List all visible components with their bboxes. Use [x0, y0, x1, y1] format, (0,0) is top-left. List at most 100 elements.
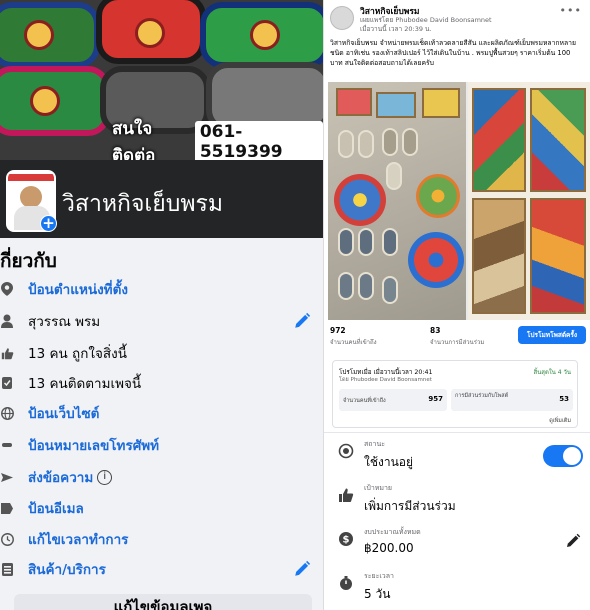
person-icon [0, 314, 14, 328]
messenger-icon [0, 471, 14, 484]
about-row-text[interactable]: ป้อนตำแหน่งที่ตั้ง [28, 278, 128, 300]
photo-slipper [402, 128, 418, 156]
photo-patchwork-mat [530, 198, 586, 314]
about-row[interactable]: ส่งข้อความ i [0, 464, 323, 490]
about-row-text: 13 คนติดตามเพจนี้ [28, 376, 142, 392]
boost-card-author: โดย Phubodee David Boonsamnet [339, 377, 432, 383]
like-icon [0, 347, 14, 360]
about-row: 13 คนติดตามเพจนี้ [0, 370, 323, 396]
about-row[interactable]: สินค้า/บริการ [0, 556, 323, 582]
about-row: สุวรรณ พรม [0, 308, 323, 334]
info-icon[interactable]: i [97, 469, 113, 485]
photo-mat [336, 88, 372, 116]
budget-label: งบประมาณทั้งหมด [364, 528, 421, 536]
about-section-title: กี่ยวกับ [0, 250, 57, 272]
boost-reached-value: 957 [428, 395, 443, 403]
boost-engagement-value: 53 [559, 395, 569, 403]
phone-icon [0, 442, 14, 448]
boost-card-see-more-link[interactable]: ดูเพิ่มเติม [549, 417, 571, 425]
about-row[interactable]: ป้อนเว็บไซต์ [0, 400, 323, 426]
boost-reached-box: จำนวนคนที่เข้าถึง 957 [339, 389, 447, 411]
photo-mat [422, 88, 460, 118]
photo-slipper [358, 130, 374, 158]
status-icon [338, 443, 354, 463]
follow-icon [0, 376, 14, 390]
status-value: ใช้งานอยู่ [364, 455, 414, 469]
cover-contact-label: สนใจติดต่อ [112, 119, 156, 160]
duration-value: 5 วัน [364, 587, 391, 601]
toggle-knob [563, 447, 581, 465]
reached-label: จำนวนคนที่เข้าถึง [330, 339, 377, 346]
about-row-text[interactable]: แก้ไขเวลาทำการ [28, 528, 128, 550]
about-row-text[interactable]: ป้อนอีเมล [28, 497, 84, 519]
email-icon [0, 502, 14, 514]
status-row: สถานะ ใช้งานอยู่ [324, 433, 590, 477]
globe-icon [0, 406, 14, 420]
reached-count: 972 [330, 326, 346, 335]
post-page-avatar[interactable] [330, 6, 354, 30]
about-row-text[interactable]: ส่งข้อความ [28, 466, 93, 488]
about-row-text[interactable]: ป้อนเว็บไซต์ [28, 402, 99, 424]
photo-slipper [382, 128, 398, 156]
post-photo[interactable] [328, 82, 590, 320]
status-toggle[interactable] [543, 445, 583, 467]
location-pin-icon [0, 282, 14, 296]
boost-engagement-box: การมีส่วนร่วมกับโพสต์ 53 [451, 389, 573, 411]
photo-slipper [358, 228, 374, 256]
photo-flower-mat [408, 232, 464, 288]
page-title: วิสาหกิจเย็บพรม [62, 191, 224, 217]
post-timestamp[interactable]: เมื่อวานนี้ เวลา 20:39 น. [360, 24, 432, 34]
photo-flower-mat [334, 174, 386, 226]
avatar-strip [8, 174, 54, 181]
about-row[interactable]: ป้อนอีเมล [0, 495, 323, 521]
photo-slipper [338, 272, 354, 300]
post-text: วิสาหกิจเย็บพรม จำหน่ายพรมเช็ดเท้าลวดลาย… [330, 39, 576, 67]
cover-contact: สนใจติดต่อ 061-5519399 [112, 119, 323, 160]
post-photo-slippers [328, 82, 466, 320]
photo-slipper [382, 276, 398, 304]
edit-pencil-icon[interactable] [293, 312, 311, 334]
photo-patchwork-mat [472, 198, 526, 314]
photo-patchwork-mat [530, 88, 586, 192]
edit-budget-icon[interactable] [565, 533, 581, 553]
boost-post-button[interactable]: โปรโมทโพสต์ครั้ง [518, 326, 586, 344]
boost-engagement-label: การมีส่วนร่วมกับโพสต์ [455, 393, 509, 399]
cover-contact-phone: 061-5519399 [194, 121, 323, 160]
engagement-count: 83 [430, 326, 441, 335]
boost-reached-label: จำนวนคนที่เข้าถึง [343, 398, 386, 404]
photo-slipper [338, 130, 354, 158]
about-row-text[interactable]: ป้อนหมายเลขโทรศัพท์ [28, 434, 159, 456]
about-row[interactable]: ป้อนตำแหน่งที่ตั้ง [0, 276, 323, 302]
cover-photo[interactable]: สนใจติดต่อ 061-5519399 [0, 0, 323, 160]
budget-icon: $ [338, 531, 354, 551]
photo-mat [376, 92, 416, 118]
boost-card-status: สิ้นสุดใน 4 วัน [533, 369, 571, 376]
clock-icon [0, 532, 14, 546]
about-row-text: สุวรรณ พรม [28, 314, 101, 330]
about-row[interactable]: ป้อนหมายเลขโทรศัพท์ [0, 432, 323, 458]
about-row[interactable]: แก้ไขเวลาทำการ [0, 526, 323, 552]
boost-summary-card[interactable]: โปรโมทเมื่อ เมื่อวานนี้เวลา 20:41 โดย Ph… [332, 360, 578, 428]
photo-slipper [382, 228, 398, 256]
budget-row: $ งบประมาณทั้งหมด ฿200.00 [324, 521, 590, 565]
duration-label: ระยะเวลา [364, 572, 394, 580]
add-photo-icon[interactable]: + [40, 215, 57, 232]
edit-pencil-icon[interactable] [293, 560, 311, 582]
avatar-head [20, 186, 42, 208]
more-options-icon[interactable]: ••• [560, 4, 582, 17]
post-insights-panel: วิสาหกิจเย็บพรม เผยแพร่โดย Phubodee Davi… [323, 0, 590, 610]
about-row-text: 13 คน ถูกใจสิ่งนี้ [28, 346, 127, 362]
post-photo-mats [468, 82, 590, 320]
goal-value: เพิ่มการมีส่วนร่วม [364, 499, 456, 513]
edit-page-info-button[interactable]: แก้ไขข้อมูลเพจ [14, 594, 312, 610]
svg-text:$: $ [343, 535, 350, 546]
cover-badge [24, 20, 54, 50]
photo-slipper [358, 272, 374, 300]
page-about-panel: สนใจติดต่อ 061-5519399 + วิสาหกิจเย็บพรม… [0, 0, 323, 610]
about-row: 13 คน ถูกใจสิ่งนี้ [0, 340, 323, 366]
duration-row: ระยะเวลา 5 วัน [324, 565, 590, 609]
like-icon [338, 487, 354, 507]
about-row-text[interactable]: สินค้า/บริการ [28, 558, 106, 580]
cover-badge [135, 18, 165, 48]
shop-icon [0, 562, 14, 576]
